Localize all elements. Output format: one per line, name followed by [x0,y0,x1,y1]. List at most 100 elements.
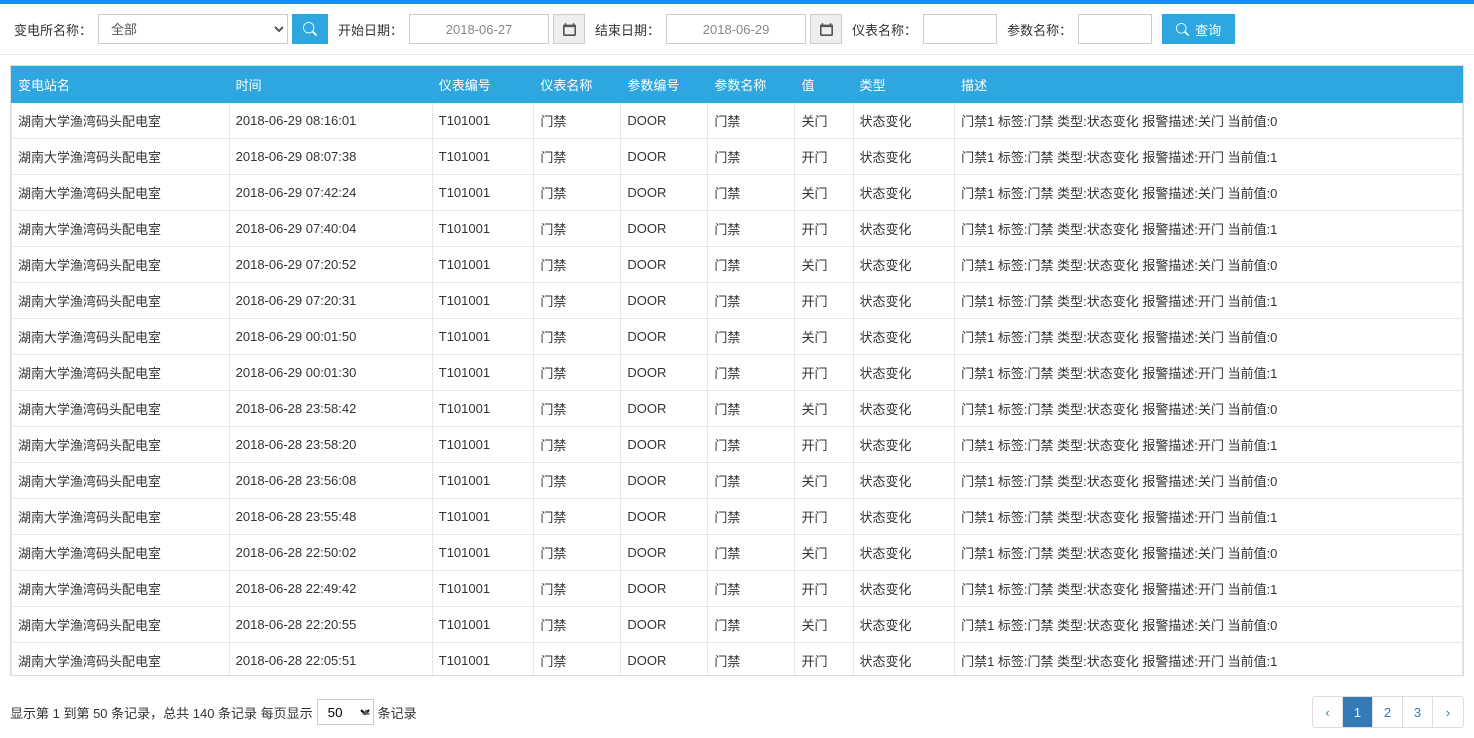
cell-val: 关门 [795,319,853,355]
table-row[interactable]: 湖南大学渔湾码头配电室2018-06-28 22:05:51T101001门禁D… [12,643,1463,676]
th-desc[interactable]: 描述 [955,67,1463,103]
cell-station: 湖南大学渔湾码头配电室 [12,139,230,175]
cell-code: T101001 [432,355,534,391]
table-row[interactable]: 湖南大学渔湾码头配电室2018-06-29 07:40:04T101001门禁D… [12,211,1463,247]
cell-code: T101001 [432,643,534,676]
table-row[interactable]: 湖南大学渔湾码头配电室2018-06-28 22:49:42T101001门禁D… [12,571,1463,607]
cell-inst: 门禁 [534,463,621,499]
cell-desc: 门禁1 标签:门禁 类型:状态变化 报警描述:关门 当前值:0 [955,247,1463,283]
search-icon [1176,23,1189,36]
instrument-input[interactable] [923,14,997,44]
data-table-header: 变电站名 时间 仪表编号 仪表名称 参数编号 参数名称 值 类型 描述 [11,66,1463,103]
cell-pname: 门禁 [708,247,795,283]
cell-type: 状态变化 [853,139,955,175]
page-link[interactable]: ‹ [1313,697,1343,727]
table-row[interactable]: 湖南大学渔湾码头配电室2018-06-28 23:58:42T101001门禁D… [12,391,1463,427]
table-row[interactable]: 湖南大学渔湾码头配电室2018-06-29 07:42:24T101001门禁D… [12,175,1463,211]
cell-pname: 门禁 [708,283,795,319]
cell-inst: 门禁 [534,175,621,211]
cell-station: 湖南大学渔湾码头配电室 [12,571,230,607]
pagination: ‹123› [1312,696,1464,728]
table-header-row: 变电站名 时间 仪表编号 仪表名称 参数编号 参数名称 值 类型 描述 [12,67,1463,103]
table-row[interactable]: 湖南大学渔湾码头配电室2018-06-28 23:55:48T101001门禁D… [12,499,1463,535]
th-pname[interactable]: 参数名称 [708,67,795,103]
cell-val: 关门 [795,175,853,211]
cell-inst: 门禁 [534,607,621,643]
start-date-input[interactable] [409,14,549,44]
cell-type: 状态变化 [853,319,955,355]
cell-station: 湖南大学渔湾码头配电室 [12,499,230,535]
table-row[interactable]: 湖南大学渔湾码头配电室2018-06-29 08:16:01T101001门禁D… [12,103,1463,139]
cell-val: 开门 [795,499,853,535]
cell-desc: 门禁1 标签:门禁 类型:状态变化 报警描述:关门 当前值:0 [955,391,1463,427]
cell-type: 状态变化 [853,499,955,535]
station-select[interactable]: 全部 [98,14,288,44]
cell-time: 2018-06-28 23:56:08 [229,463,432,499]
cell-pcode: DOOR [621,607,708,643]
cell-station: 湖南大学渔湾码头配电室 [12,643,230,676]
th-val[interactable]: 值 [795,67,853,103]
th-time[interactable]: 时间 [229,67,432,103]
cell-val: 开门 [795,571,853,607]
cell-type: 状态变化 [853,103,955,139]
cell-station: 湖南大学渔湾码头配电室 [12,247,230,283]
table-row[interactable]: 湖南大学渔湾码头配电室2018-06-29 07:20:52T101001门禁D… [12,247,1463,283]
cell-pcode: DOOR [621,391,708,427]
cell-type: 状态变化 [853,607,955,643]
cell-desc: 门禁1 标签:门禁 类型:状态变化 报警描述:关门 当前值:0 [955,175,1463,211]
end-date-calendar-button[interactable] [810,14,842,44]
cell-desc: 门禁1 标签:门禁 类型:状态变化 报警描述:关门 当前值:0 [955,463,1463,499]
cell-pname: 门禁 [708,535,795,571]
table-body-scroll[interactable]: 湖南大学渔湾码头配电室2018-06-29 08:16:01T101001门禁D… [11,103,1463,675]
table-row[interactable]: 湖南大学渔湾码头配电室2018-06-28 22:50:02T101001门禁D… [12,535,1463,571]
footer-info-suffix: 条记录 [378,703,417,722]
cell-time: 2018-06-29 00:01:50 [229,319,432,355]
cell-type: 状态变化 [853,247,955,283]
table-row[interactable]: 湖南大学渔湾码头配电室2018-06-28 22:20:55T101001门禁D… [12,607,1463,643]
page-link[interactable]: 2 [1373,697,1403,727]
query-button[interactable]: 查询 [1162,14,1235,44]
cell-type: 状态变化 [853,391,955,427]
cell-val: 开门 [795,139,853,175]
th-type[interactable]: 类型 [853,67,955,103]
table-row[interactable]: 湖南大学渔湾码头配电室2018-06-29 08:07:38T101001门禁D… [12,139,1463,175]
th-inst[interactable]: 仪表名称 [534,67,621,103]
table-row[interactable]: 湖南大学渔湾码头配电室2018-06-29 00:01:30T101001门禁D… [12,355,1463,391]
cell-code: T101001 [432,607,534,643]
cell-station: 湖南大学渔湾码头配电室 [12,355,230,391]
th-pcode[interactable]: 参数编号 [621,67,708,103]
cell-station: 湖南大学渔湾码头配电室 [12,427,230,463]
cell-pcode: DOOR [621,355,708,391]
page-link[interactable]: 3 [1403,697,1433,727]
cell-time: 2018-06-28 22:50:02 [229,535,432,571]
cell-inst: 门禁 [534,139,621,175]
cell-pname: 门禁 [708,175,795,211]
station-label: 变电所名称： [14,20,92,39]
cell-station: 湖南大学渔湾码头配电室 [12,103,230,139]
th-station[interactable]: 变电站名 [12,67,230,103]
page-link[interactable]: 1 [1343,697,1373,727]
cell-time: 2018-06-29 08:07:38 [229,139,432,175]
cell-type: 状态变化 [853,571,955,607]
cell-desc: 门禁1 标签:门禁 类型:状态变化 报警描述:开门 当前值:1 [955,211,1463,247]
th-code[interactable]: 仪表编号 [432,67,534,103]
cell-pcode: DOOR [621,427,708,463]
station-search-button[interactable] [292,14,328,44]
param-input[interactable] [1078,14,1152,44]
start-date-calendar-button[interactable] [553,14,585,44]
page-size-select[interactable]: 50 [317,699,374,725]
cell-pname: 门禁 [708,571,795,607]
cell-val: 开门 [795,211,853,247]
table-row[interactable]: 湖南大学渔湾码头配电室2018-06-29 07:20:31T101001门禁D… [12,283,1463,319]
page-link[interactable]: › [1433,697,1463,727]
cell-pname: 门禁 [708,139,795,175]
cell-pcode: DOOR [621,211,708,247]
filter-bar: 变电所名称： 全部 开始日期： 结束日期： 仪表名称： 参数名称： 查询 [0,4,1474,55]
cell-desc: 门禁1 标签:门禁 类型:状态变化 报警描述:关门 当前值:0 [955,319,1463,355]
cell-desc: 门禁1 标签:门禁 类型:状态变化 报警描述:关门 当前值:0 [955,103,1463,139]
end-date-input[interactable] [666,14,806,44]
table-row[interactable]: 湖南大学渔湾码头配电室2018-06-29 00:01:50T101001门禁D… [12,319,1463,355]
table-row[interactable]: 湖南大学渔湾码头配电室2018-06-28 23:58:20T101001门禁D… [12,427,1463,463]
table-row[interactable]: 湖南大学渔湾码头配电室2018-06-28 23:56:08T101001门禁D… [12,463,1463,499]
cell-inst: 门禁 [534,391,621,427]
